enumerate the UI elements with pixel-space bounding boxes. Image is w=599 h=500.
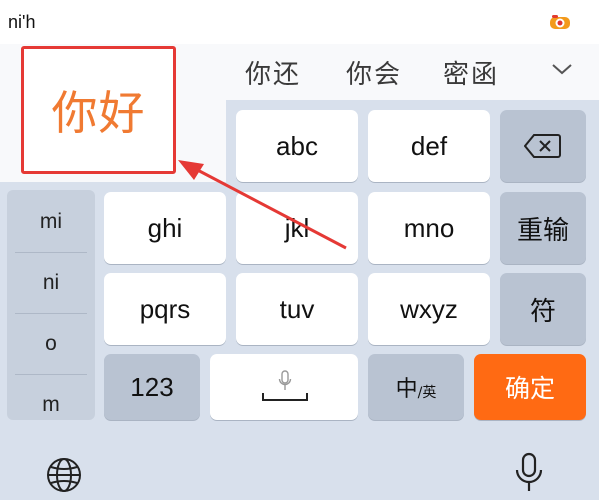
key-mno[interactable]: mno	[368, 192, 490, 264]
reenter-key[interactable]: 重输	[500, 192, 586, 264]
key-def[interactable]: def	[368, 110, 490, 182]
pinyin-option[interactable]: m	[7, 393, 95, 417]
microphone-icon[interactable]	[514, 452, 544, 494]
confirm-key[interactable]: 确定	[474, 354, 586, 420]
pinyin-option[interactable]: o	[7, 332, 95, 356]
microphone-icon	[278, 370, 292, 390]
backspace-key[interactable]	[500, 110, 586, 182]
globe-icon[interactable]	[46, 457, 82, 493]
chevron-down-icon[interactable]	[551, 58, 573, 80]
candidate-item[interactable]: 你还	[245, 54, 301, 91]
divider	[15, 313, 87, 314]
divider	[15, 252, 87, 253]
key-label: 符	[529, 296, 556, 327]
key-pqrs[interactable]: pqrs	[104, 273, 226, 345]
key-tuv[interactable]: tuv	[236, 273, 358, 345]
annotation-arrow-icon	[178, 160, 347, 250]
app-logo-icon	[550, 15, 570, 29]
divider	[15, 374, 87, 375]
key-label: 123	[130, 371, 174, 402]
space-icon	[262, 393, 308, 401]
language-switch-key[interactable]: 中/英	[368, 354, 464, 420]
candidate-item[interactable]: 你会	[346, 54, 402, 91]
key-sublabel: /英	[417, 385, 437, 401]
backspace-icon	[524, 134, 561, 158]
key-label: wxyz	[400, 293, 458, 324]
key-label: pqrs	[139, 293, 191, 324]
key-label: tuv	[279, 293, 315, 324]
pinyin-option[interactable]: ni	[7, 271, 95, 295]
key-wxyz[interactable]: wxyz	[368, 273, 490, 345]
numbers-key[interactable]: 123	[104, 354, 200, 420]
key-label: 中	[395, 377, 418, 402]
key-label: 确定	[504, 374, 555, 403]
highlighted-candidate-callout: 你好	[21, 46, 176, 174]
key-label: mno	[403, 212, 455, 243]
composing-text: ni'h	[8, 12, 36, 32]
key-label: 重输	[516, 215, 569, 246]
composing-bar: ni'h	[0, 0, 599, 45]
symbol-key[interactable]: 符	[500, 273, 586, 345]
pinyin-options-list[interactable]: mi ni o m	[7, 190, 95, 420]
highlighted-candidate-text: 你好	[51, 86, 146, 140]
key-label: def	[410, 130, 448, 161]
pinyin-option[interactable]: mi	[7, 210, 95, 234]
candidate-item[interactable]: 密函	[443, 54, 499, 91]
